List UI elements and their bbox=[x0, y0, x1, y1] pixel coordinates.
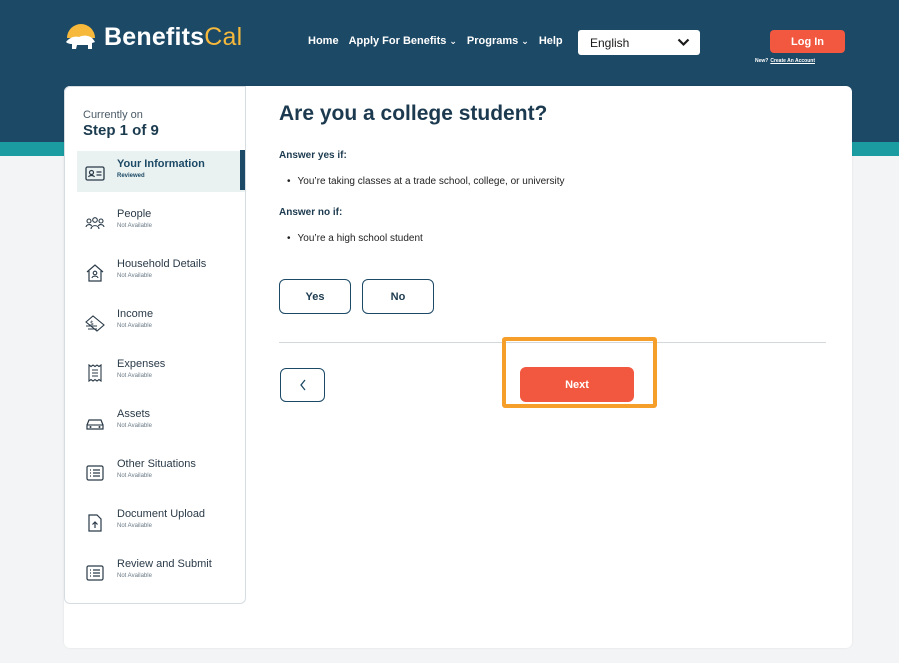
sidebar-item-status: Not Available bbox=[117, 423, 152, 429]
sidebar-item-label: Expenses bbox=[117, 358, 166, 370]
bear-sun-logo-icon bbox=[66, 24, 95, 49]
nav-programs[interactable]: Programs ⌄ bbox=[467, 35, 529, 47]
sidebar-item-expenses[interactable]: Expenses Not Available bbox=[77, 351, 245, 391]
sidebar-item-status: Not Available bbox=[117, 573, 152, 579]
chevron-down-icon: ⌄ bbox=[449, 35, 457, 46]
create-account-link[interactable]: Create An Account bbox=[770, 58, 815, 64]
sidebar-item-label: Household Details bbox=[117, 258, 207, 270]
sidebar-item-people[interactable]: People Not Available bbox=[77, 201, 245, 241]
sidebar-item-label: Document Upload bbox=[117, 508, 206, 520]
yes-button[interactable]: Yes bbox=[279, 279, 351, 314]
chevron-left-icon bbox=[299, 379, 306, 391]
sidebar-item-status: Reviewed bbox=[117, 173, 145, 179]
active-step-indicator bbox=[240, 150, 245, 190]
login-button[interactable]: Log In bbox=[770, 30, 845, 53]
language-value: English bbox=[590, 35, 630, 50]
benefitscal-logo[interactable]: BenefitsCal bbox=[64, 20, 242, 54]
svg-text:$: $ bbox=[90, 320, 94, 327]
answer-yes-bullet: You’re taking classes at a trade school,… bbox=[287, 176, 565, 187]
create-account-prompt: New? Create An Account bbox=[755, 58, 815, 64]
car-icon bbox=[86, 419, 104, 430]
upload-icon bbox=[88, 514, 102, 532]
nav-help[interactable]: Help bbox=[539, 35, 563, 47]
sidebar-item-assets[interactable]: Assets Not Available bbox=[77, 401, 245, 441]
answer-no-heading: Answer no if: bbox=[279, 207, 343, 218]
people-icon bbox=[85, 217, 105, 230]
sidebar-item-label: Your Information bbox=[117, 158, 205, 170]
back-button[interactable] bbox=[280, 368, 325, 402]
chevron-down-icon bbox=[677, 38, 690, 47]
list-icon bbox=[86, 565, 104, 581]
main-nav: Home Apply For Benefits ⌄ Programs ⌄ Help bbox=[308, 35, 573, 47]
next-button[interactable]: Next bbox=[520, 367, 634, 402]
current-step: Step 1 of 9 bbox=[83, 122, 159, 139]
sidebar-item-label: Review and Submit bbox=[117, 558, 212, 570]
sidebar-item-status: Not Available bbox=[117, 473, 152, 479]
sidebar-item-status: Not Available bbox=[117, 523, 152, 529]
language-select[interactable]: English bbox=[578, 30, 700, 55]
answer-no-bullet: You’re a high school student bbox=[287, 233, 423, 244]
id-card-icon bbox=[85, 166, 105, 181]
chevron-down-icon: ⌄ bbox=[521, 35, 529, 46]
nav-home[interactable]: Home bbox=[308, 35, 339, 47]
list-icon bbox=[86, 465, 104, 481]
progress-sidebar: Currently on Step 1 of 9 Your Informatio… bbox=[64, 86, 246, 604]
sidebar-item-other-situations[interactable]: Other Situations Not Available bbox=[77, 451, 245, 491]
sidebar-item-review-and-submit[interactable]: Review and Submit Not Available bbox=[77, 551, 245, 591]
receipt-icon bbox=[88, 363, 102, 383]
brand-name: BenefitsCal bbox=[104, 22, 243, 51]
sidebar-item-status: Not Available bbox=[117, 273, 152, 279]
sidebar-item-status: Not Available bbox=[117, 223, 152, 229]
sidebar-item-label: Income bbox=[117, 308, 154, 320]
sidebar-item-status: Not Available bbox=[117, 373, 152, 379]
nav-apply-for-benefits[interactable]: Apply For Benefits ⌄ bbox=[349, 35, 457, 47]
sidebar-item-document-upload[interactable]: Document Upload Not Available bbox=[77, 501, 245, 541]
sidebar-item-label: Assets bbox=[117, 408, 151, 420]
sidebar-item-household-details[interactable]: Household Details Not Available bbox=[77, 251, 245, 291]
page-title: Are you a college student? bbox=[279, 102, 548, 125]
answer-yes-heading: Answer yes if: bbox=[279, 150, 347, 161]
sidebar-item-label: Other Situations bbox=[117, 458, 196, 470]
money-icon: $ bbox=[85, 315, 105, 332]
currently-on-label: Currently on bbox=[83, 109, 143, 121]
sidebar-item-income[interactable]: $ Income Not Available bbox=[77, 301, 245, 341]
house-icon bbox=[86, 264, 104, 282]
sidebar-item-status: Not Available bbox=[117, 323, 152, 329]
sidebar-item-label: People bbox=[117, 208, 152, 220]
no-button[interactable]: No bbox=[362, 279, 434, 314]
sidebar-item-your-information[interactable]: Your Information Reviewed bbox=[77, 151, 245, 192]
